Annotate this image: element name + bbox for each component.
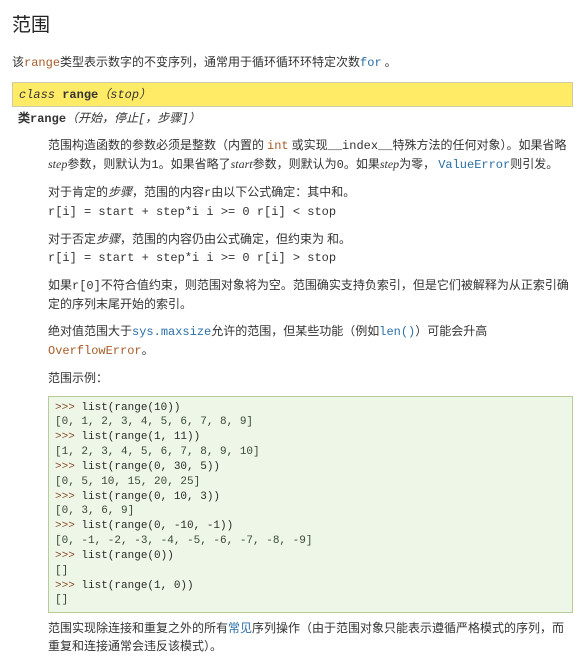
p1-t4: 参数，则默认为 xyxy=(67,157,151,171)
p1-zero: 0 xyxy=(337,158,344,172)
python-prompt: >>> xyxy=(55,461,81,473)
p1-step: step xyxy=(48,157,67,171)
sys-maxsize-link[interactable]: sys.maxsize xyxy=(132,325,211,339)
valueerror-link[interactable]: ValueError xyxy=(438,158,510,172)
p2-formula: r[i] = start + step*i i >= 0 r[i] < stop xyxy=(48,205,336,219)
sig2-c2: ， xyxy=(145,112,157,126)
p6-t1: 范围实现除连接和重复之外的所有 xyxy=(48,621,228,635)
p2-t2: ，范围的内容 xyxy=(132,185,204,199)
python-input: list(range(0, 30, 5)) xyxy=(81,461,220,473)
sig1-name: range xyxy=(62,88,98,102)
sig1-open: （ xyxy=(98,88,110,102)
index-dunder: __index__ xyxy=(328,139,393,153)
p1-t5: 。如果省略了 xyxy=(159,157,231,171)
p5-t3: ）可能会升高 xyxy=(415,324,487,338)
p1-step2: step xyxy=(380,157,399,171)
sig2-rb: ] xyxy=(181,112,188,126)
python-prompt: >>> xyxy=(55,431,81,443)
python-output: [0, -1, -2, -3, -4, -5, -6, -7, -8, -9] xyxy=(55,534,566,549)
p3-formula: r[i] = start + step*i i >= 0 r[i] > stop xyxy=(48,251,336,265)
sig1-class-kw: class xyxy=(19,88,62,102)
sig2-c1: ， xyxy=(102,112,114,126)
python-output: [] xyxy=(55,593,566,608)
empty-range-paragraph: 如果r[0]不符合值约束，则范围对象将为空。范围确实支持负索引，但是它们被解释为… xyxy=(48,276,573,313)
overflowerror-link[interactable]: OverflowError xyxy=(48,344,142,358)
common-seq-link[interactable]: 常见 xyxy=(228,621,252,635)
intro-text-2: 类型表示数字的不变序列，通常用于循环循环环特定次数 xyxy=(60,55,360,69)
sig2-name: range xyxy=(30,112,66,126)
python-output: [0, 5, 10, 15, 20, 25] xyxy=(55,475,566,490)
constructor-paragraph: 范围构造函数的参数必须是整数（内置的 int 或实现__index__特殊方法的… xyxy=(48,136,573,174)
intro-paragraph: 该range类型表示数字的不变序列，通常用于循环循环环特定次数for 。 xyxy=(12,53,573,72)
python-input: list(range(0)) xyxy=(81,550,173,562)
python-prompt: >>> xyxy=(55,550,81,562)
p4-r0: r[0] xyxy=(72,279,101,293)
sig2-class-kw: 类 xyxy=(18,111,30,125)
python-output: [] xyxy=(55,564,566,579)
python-input: list(range(1, 11)) xyxy=(81,431,200,443)
p1-t2: 或实现 xyxy=(292,138,328,152)
examples-label: 范围示例： xyxy=(48,369,573,387)
p1-one: 1 xyxy=(151,158,158,172)
python-prompt: >>> xyxy=(55,402,81,414)
p1-t7: 。如果 xyxy=(344,157,380,171)
python-output: [0, 1, 2, 3, 4, 5, 6, 7, 8, 9] xyxy=(55,415,566,430)
p3-t1: 对于否定 xyxy=(48,232,96,246)
python-input: list(range(0, -10, -1)) xyxy=(81,520,233,532)
p1-t6: 参数，则默认为 xyxy=(253,157,337,171)
sig1-arg-stop: stop xyxy=(110,88,139,102)
examples-code-block: >>> list(range(10))[0, 1, 2, 3, 4, 5, 6,… xyxy=(48,396,573,614)
sig2-p3: 步骤 xyxy=(157,112,181,126)
p1-start: start xyxy=(231,157,253,171)
sig2-p1: 开始 xyxy=(78,112,102,126)
sig2-open: （ xyxy=(66,112,78,126)
p4-t1: 如果 xyxy=(48,278,72,292)
range-class-link[interactable]: range xyxy=(24,56,60,70)
python-input: list(range(10)) xyxy=(81,402,180,414)
p4-t2: 不符合值约束，则范围对象将为空。范围确实支持负索引，但是它们被解释为从正索引确定… xyxy=(48,278,569,311)
negative-step-paragraph: 对于否定步骤，范围的内容仍由公式确定，但约束为 和。 r[i] = start +… xyxy=(48,230,573,267)
p5-t1: 绝对值范围大于 xyxy=(48,324,132,338)
description-body: 范围构造函数的参数必须是整数（内置的 int 或实现__index__特殊方法的… xyxy=(48,136,573,656)
p5-t2: 允许的范围，但某些功能（例如 xyxy=(211,324,379,338)
class-signature-stop: class range（stop） xyxy=(12,82,573,107)
sig1-close: ） xyxy=(139,88,151,102)
len-link[interactable]: len() xyxy=(379,325,415,339)
p1-t9: 则引发。 xyxy=(510,157,558,171)
sequence-ops-paragraph: 范围实现除连接和重复之外的所有常见序列操作（由于范围对象只能表示遵循严格模式的序… xyxy=(48,619,573,655)
python-prompt: >>> xyxy=(55,491,81,503)
positive-step-paragraph: 对于肯定的步骤，范围的内容r由以下公式确定：其中和。r[i] = start +… xyxy=(48,183,573,221)
p5-dot: 。 xyxy=(142,343,154,357)
p2-t1: 对于肯定的 xyxy=(48,185,108,199)
class-signature-full: 类range（开始，停止[，步骤]） xyxy=(12,107,573,130)
p1-t3: 特殊方法的任何对象）。如果省略 xyxy=(392,138,566,152)
maxsize-paragraph: 绝对值范围大于sys.maxsize允许的范围，但某些功能（例如len()）可能… xyxy=(48,322,573,360)
for-keyword-link[interactable]: for xyxy=(360,56,382,70)
p1-t1: 范围构造函数的参数必须是整数（内置的 xyxy=(48,138,267,152)
intro-text-3: 。 xyxy=(382,55,397,69)
python-output: [0, 3, 6, 9] xyxy=(55,504,566,519)
python-input: list(range(0, 10, 3)) xyxy=(81,491,220,503)
page-title: 范围 xyxy=(12,12,573,41)
int-link[interactable]: int xyxy=(267,139,289,153)
p3-t2: ，范围的内容仍由公式确定，但约束为 和。 xyxy=(120,232,351,246)
python-prompt: >>> xyxy=(55,580,81,592)
p1-t8: 为零， xyxy=(399,157,435,171)
intro-text-1: 该 xyxy=(12,55,24,69)
p3-step: 步骤 xyxy=(96,232,120,246)
python-output: [1, 2, 3, 4, 5, 6, 7, 8, 9, 10] xyxy=(55,445,566,460)
p2-step: 步骤 xyxy=(108,185,132,199)
python-prompt: >>> xyxy=(55,520,81,532)
sig2-close: ） xyxy=(189,112,201,126)
p2-t3: 由以下公式确定：其中和。 xyxy=(211,185,355,199)
python-input: list(range(1, 0)) xyxy=(81,580,193,592)
sig2-p2: 停止 xyxy=(114,112,138,126)
